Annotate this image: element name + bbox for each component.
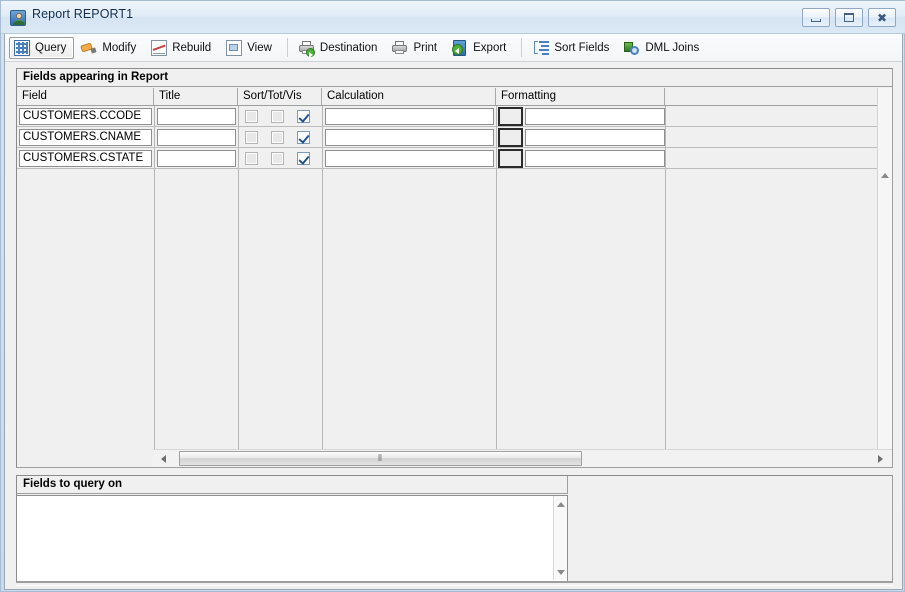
field-name-input[interactable]: CUSTOMERS.CNAME <box>19 129 152 146</box>
toolbar-separator-1 <box>286 38 288 57</box>
query-vertical-scrollbar[interactable] <box>553 496 567 580</box>
toolbar-button-dml-joins[interactable]: DML Joins <box>619 37 707 59</box>
toolbar-button-modify[interactable]: Modify <box>76 37 144 59</box>
printer-icon <box>392 40 408 56</box>
toolbar-button-view[interactable]: View <box>221 37 280 59</box>
toolbar-button-destination[interactable]: Destination <box>294 37 386 59</box>
toolbar-label-modify: Modify <box>102 41 137 54</box>
minimize-button[interactable] <box>802 8 830 27</box>
table-row[interactable]: CUSTOMERS.CCODE <box>17 106 878 127</box>
printer-send-icon <box>298 40 315 58</box>
status-strip <box>16 582 893 586</box>
toolbar-button-sort-fields[interactable]: Sort Fields <box>528 37 617 59</box>
checkbox-sort[interactable] <box>245 110 258 123</box>
toolbar-label-sort-fields: Sort Fields <box>554 41 610 54</box>
grid-scroll-left-button[interactable] <box>156 450 171 467</box>
query-scroll-down-button[interactable] <box>554 565 567 579</box>
grid-column-header[interactable] <box>665 88 878 105</box>
checkbox-vis[interactable] <box>297 131 310 144</box>
checkbox-tot[interactable] <box>271 152 284 165</box>
field-name-input[interactable]: CUSTOMERS.CCODE <box>19 108 152 125</box>
field-name-input[interactable]: CUSTOMERS.CSTATE <box>19 150 152 167</box>
calculation-input[interactable] <box>325 129 494 146</box>
formatting-input[interactable] <box>525 129 665 146</box>
scroll-left-arrow-icon <box>161 454 166 463</box>
export-icon <box>452 39 468 56</box>
field-title-input[interactable] <box>157 150 236 167</box>
dml-joins-icon <box>624 40 640 56</box>
grid-body: CUSTOMERS.CCODE CUSTOMERS.CNAME CUSTOMERS.… <box>17 106 892 449</box>
toolbar-label-view: View <box>247 41 272 54</box>
checkbox-tot[interactable] <box>271 131 284 144</box>
report-user-icon <box>10 10 26 26</box>
checkbox-tot[interactable] <box>271 110 284 123</box>
grid-column-header[interactable]: Formatting <box>496 88 665 105</box>
close-icon: ✖ <box>876 10 888 25</box>
grid-horizontal-scrollbar[interactable]: ⦀ <box>153 449 892 467</box>
toolbar-label-query: Query <box>35 41 67 54</box>
grid-column-header[interactable]: Field <box>17 88 154 105</box>
grid-column-header[interactable]: Sort/Tot/Vis <box>238 88 322 105</box>
grid-column-header[interactable]: Calculation <box>322 88 496 105</box>
sort-icon <box>533 40 550 56</box>
chart-icon <box>151 39 168 56</box>
title-bar: Report REPORT1 ✖ <box>1 1 905 34</box>
scroll-down-arrow-icon <box>556 569 565 575</box>
field-title-input[interactable] <box>157 108 236 125</box>
client-area: Query Modify Rebuild View Destination Pr… <box>4 34 903 590</box>
minimize-icon <box>811 18 821 22</box>
checkbox-vis[interactable] <box>297 110 310 123</box>
formatting-picker-button[interactable] <box>498 107 523 126</box>
checkbox-sort[interactable] <box>245 131 258 144</box>
checkbox-vis[interactable] <box>297 152 310 165</box>
grid-icon <box>14 39 30 56</box>
toolbar-button-print[interactable]: Print <box>387 37 445 59</box>
toolbar-label-export: Export <box>473 41 507 54</box>
fields-to-query-panel: Fields to query on <box>16 475 893 582</box>
fields-appearing-panel: Fields appearing in Report Field Title Sor… <box>16 68 893 468</box>
toolbar-label-destination: Destination <box>319 41 378 54</box>
fields-panel-caption: Fields appearing in Report <box>17 69 892 87</box>
formatting-input[interactable] <box>525 150 665 167</box>
scroll-thumb-grip-icon: ⦀ <box>378 453 383 464</box>
close-button[interactable]: ✖ <box>868 8 896 27</box>
grid-scroll-right-button[interactable] <box>873 450 888 467</box>
formatting-input[interactable] <box>525 108 665 125</box>
toolbar-label-rebuild: Rebuild <box>172 41 212 54</box>
grid-scroll-up-button[interactable] <box>878 168 892 183</box>
formatting-picker-button[interactable] <box>498 128 523 147</box>
main-toolbar: Query Modify Rebuild View Destination Pr… <box>5 34 902 62</box>
toolbar-label-dml-joins: DML Joins <box>645 41 700 54</box>
application-window: Report REPORT1 ✖ Query Modify Rebuild Vi… <box>0 0 905 592</box>
scroll-right-arrow-icon <box>878 454 883 463</box>
maximize-icon <box>844 13 854 22</box>
toolbar-button-query[interactable]: Query <box>9 36 75 59</box>
scroll-up-arrow-icon <box>556 501 565 507</box>
toolbar-button-rebuild[interactable]: Rebuild <box>146 37 219 59</box>
query-panel-caption: Fields to query on <box>17 476 568 494</box>
toolbar-separator-2 <box>521 38 523 57</box>
toolbar-label-print: Print <box>413 41 438 54</box>
table-row[interactable]: CUSTOMERS.CSTATE <box>17 148 878 169</box>
grid-column-header[interactable]: Title <box>154 88 238 105</box>
query-fields-listbox[interactable] <box>17 495 568 581</box>
formatting-picker-button[interactable] <box>498 149 523 168</box>
calculation-input[interactable] <box>325 108 494 125</box>
checkbox-sort[interactable] <box>245 152 258 165</box>
pencil-icon <box>80 40 97 56</box>
table-row[interactable]: CUSTOMERS.CNAME <box>17 127 878 148</box>
calculation-input[interactable] <box>325 150 494 167</box>
scroll-up-arrow-icon <box>881 173 889 178</box>
maximize-button[interactable] <box>835 8 863 27</box>
grid-vertical-scrollbar[interactable] <box>877 88 892 467</box>
document-icon <box>226 39 243 56</box>
window-title: Report REPORT1 <box>32 7 134 21</box>
query-scroll-up-button[interactable] <box>554 497 567 511</box>
grid-header-row: Field Title Sort/Tot/Vis Calculation Formatt… <box>17 88 892 106</box>
field-title-input[interactable] <box>157 129 236 146</box>
toolbar-button-export[interactable]: Export <box>447 37 514 59</box>
grid-horizontal-scroll-thumb[interactable]: ⦀ <box>179 451 582 466</box>
